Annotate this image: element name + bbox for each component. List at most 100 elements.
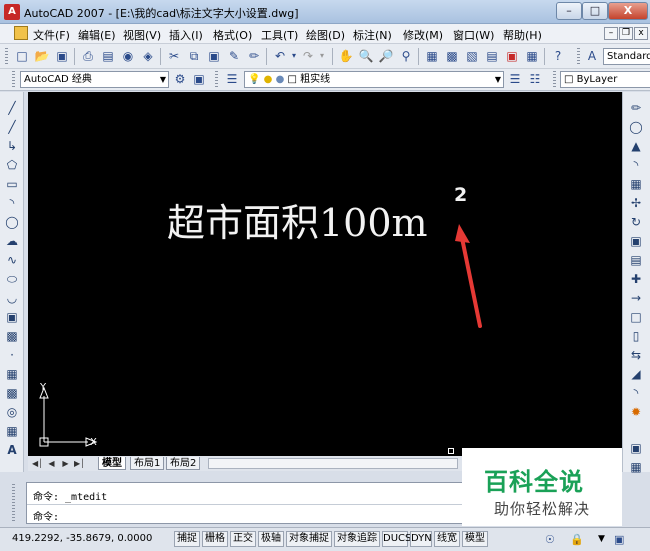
construction-line-icon[interactable]: ╱ (4, 119, 20, 135)
mirror-icon[interactable]: ▲ (628, 138, 644, 154)
hatch-icon[interactable]: ▦ (4, 366, 20, 382)
menu-modify[interactable]: 修改(M) (403, 27, 443, 43)
fillet-icon[interactable]: ◝ (628, 385, 644, 401)
markup-icon[interactable]: ▣ (504, 48, 520, 64)
ortho-button[interactable]: 正交 (230, 531, 256, 547)
toolbar-grip[interactable] (5, 48, 8, 65)
match-properties-icon[interactable]: ✎ (226, 48, 242, 64)
menu-file[interactable]: 文件(F) (33, 27, 70, 43)
erase-icon[interactable]: ✏ (628, 100, 644, 116)
open-file-icon[interactable]: 📂 (34, 48, 50, 64)
tool-palettes-icon[interactable]: ▧ (464, 48, 480, 64)
sheet-set-icon[interactable]: ▤ (484, 48, 500, 64)
minimize-button[interactable]: – (556, 2, 582, 20)
tab-layout2[interactable]: 布局2 (166, 457, 201, 470)
osnap-button[interactable]: 对象捕捉 (286, 531, 332, 547)
rotate-icon[interactable]: ↻ (628, 214, 644, 230)
coordinate-readout[interactable]: 419.2292, -35.8679, 0.0000 (12, 533, 152, 544)
toolbar-grip[interactable] (215, 71, 218, 88)
polygon-icon[interactable]: ⬠ (4, 157, 20, 173)
print-icon[interactable]: ⎙ (80, 48, 96, 64)
document-icon[interactable] (14, 26, 28, 40)
circle-icon[interactable]: ◯ (4, 214, 20, 230)
calculator-icon[interactable]: ▦ (524, 48, 540, 64)
toolbar-grip[interactable] (12, 71, 15, 88)
table-icon[interactable]: ▦ (4, 423, 20, 439)
lineweight-button[interactable]: 线宽 (434, 531, 460, 547)
zoom-realtime-icon[interactable]: 🔍 (358, 48, 374, 64)
menu-view[interactable]: 视图(V) (123, 27, 161, 43)
ducs-button[interactable]: DUCS (382, 531, 411, 547)
3d-dwf-icon[interactable]: ◈ (140, 48, 156, 64)
copy-icon[interactable]: ⧉ (186, 48, 202, 64)
menu-format[interactable]: 格式(O) (213, 27, 252, 43)
draw-order-back-icon[interactable]: ▦ (628, 459, 644, 475)
save-icon[interactable]: ▣ (54, 48, 70, 64)
polar-button[interactable]: 极轴 (258, 531, 284, 547)
layer-combo[interactable]: 💡 ● ● □ 粗实线 ▼ (244, 71, 504, 88)
layer-manager-icon[interactable]: ☰ (224, 71, 240, 87)
break-at-point-icon[interactable]: □ (628, 309, 644, 325)
trim-icon[interactable]: ✚ (628, 271, 644, 287)
text-style-icon[interactable]: A (584, 48, 600, 64)
autocad-app-icon[interactable]: A (4, 4, 20, 20)
mdi-minimize-button[interactable]: – (604, 27, 618, 40)
print-preview-icon[interactable]: ▤ (100, 48, 116, 64)
scale-icon[interactable]: ▣ (628, 233, 644, 249)
chamfer-icon[interactable]: ◢ (628, 366, 644, 382)
menu-window[interactable]: 窗口(W) (453, 27, 494, 43)
mdi-close-button[interactable]: x (634, 27, 648, 40)
draw-order-icon[interactable]: ▣ (628, 440, 644, 456)
rectangle-icon[interactable]: ▭ (4, 176, 20, 192)
communication-center-icon[interactable]: ☉ (545, 533, 555, 546)
clean-screen-icon[interactable]: ▣ (614, 533, 624, 546)
properties-icon[interactable]: ▦ (424, 48, 440, 64)
status-menu-chevron-icon[interactable]: ▼ (598, 534, 605, 544)
revision-cloud-icon[interactable]: ☁ (4, 233, 20, 249)
chevron-down-icon[interactable]: ▼ (495, 72, 501, 87)
ellipse-arc-icon[interactable]: ◡ (4, 290, 20, 306)
paste-icon[interactable]: ▣ (206, 48, 222, 64)
last-tab-icon[interactable]: ▶│ (74, 458, 85, 469)
toolbar-grip[interactable] (553, 71, 556, 88)
offset-icon[interactable]: ◝ (628, 157, 644, 173)
first-tab-icon[interactable]: ◀│ (32, 458, 43, 469)
make-block-icon[interactable]: ▩ (4, 328, 20, 344)
layer-previous-icon[interactable]: ☷ (527, 71, 543, 87)
move-icon[interactable]: ✢ (628, 195, 644, 211)
color-combo[interactable]: □ ByLayer (560, 71, 650, 88)
layer-on-icon[interactable]: 💡 (248, 74, 260, 85)
snap-button[interactable]: 捕捉 (174, 531, 200, 547)
menu-insert[interactable]: 插入(I) (169, 27, 203, 43)
new-file-icon[interactable]: □ (14, 48, 30, 64)
polyline-icon[interactable]: ↳ (4, 138, 20, 154)
menu-help[interactable]: 帮助(H) (503, 27, 542, 43)
chevron-down-icon[interactable]: ▼ (160, 72, 166, 87)
zoom-previous-icon[interactable]: ⚲ (398, 48, 414, 64)
copy-object-icon[interactable]: ◯ (628, 119, 644, 135)
zoom-window-icon[interactable]: 🔎 (378, 48, 394, 64)
redo-dropdown-icon[interactable]: ▾ (314, 48, 330, 64)
spline-icon[interactable]: ∿ (4, 252, 20, 268)
extend-icon[interactable]: → (628, 290, 644, 306)
stretch-icon[interactable]: ▤ (628, 252, 644, 268)
workspace-combo[interactable]: AutoCAD 经典 ▼ (20, 71, 169, 88)
prev-tab-icon[interactable]: ◀ (46, 458, 57, 469)
cut-icon[interactable]: ✂ (166, 48, 182, 64)
make-object-layer-current-icon[interactable]: ☰ (507, 71, 523, 87)
next-tab-icon[interactable]: ▶ (60, 458, 71, 469)
block-editor-icon[interactable]: ✏ (246, 48, 262, 64)
insert-block-icon[interactable]: ▣ (4, 309, 20, 325)
tab-model[interactable]: 模型 (98, 457, 126, 470)
my-workspace-icon[interactable]: ▣ (191, 71, 207, 87)
command-input[interactable]: 命令: (33, 508, 59, 523)
toolbar-lock-icon[interactable]: 🔒 (570, 533, 584, 546)
toolbar-grip[interactable] (577, 48, 580, 65)
layer-freeze-icon[interactable]: ● (264, 74, 273, 85)
multiline-text-icon[interactable]: A (4, 442, 20, 458)
arc-icon[interactable]: ◝ (4, 195, 20, 211)
mdi-restore-button[interactable]: ❐ (619, 27, 633, 40)
menu-draw[interactable]: 绘图(D) (306, 27, 345, 43)
tab-layout1[interactable]: 布局1 (130, 457, 165, 470)
maximize-button[interactable]: □ (582, 2, 608, 20)
